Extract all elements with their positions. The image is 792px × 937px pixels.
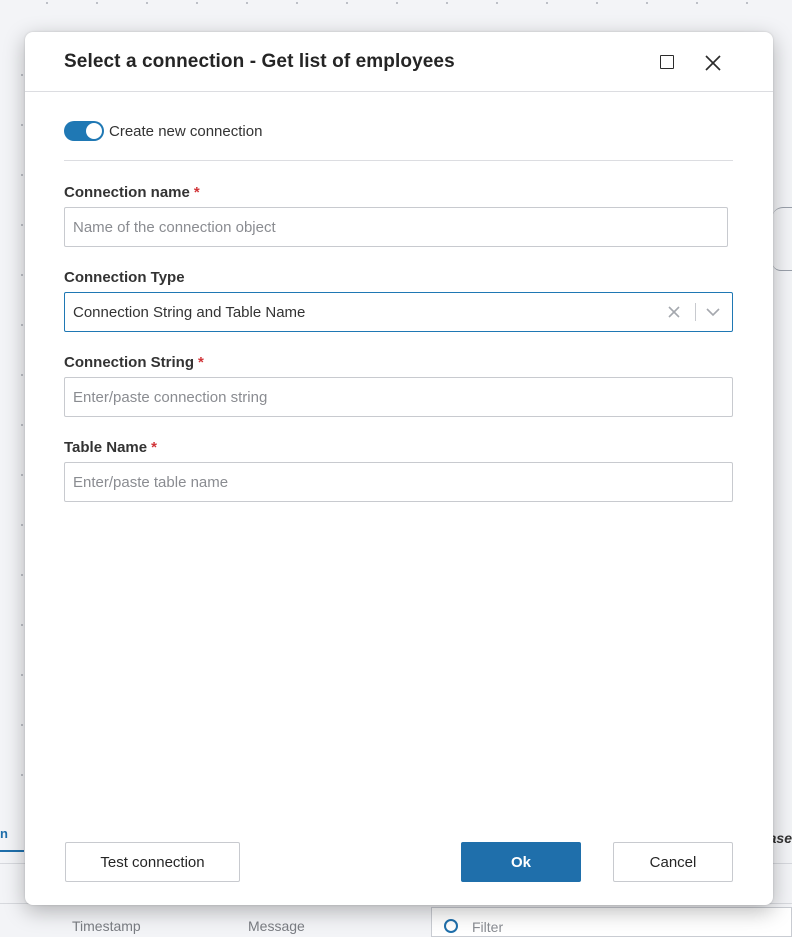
connection-dialog: Select a connection - Get list of employ…	[25, 32, 773, 905]
connection-type-label: Connection Type	[64, 269, 185, 286]
bottom-panel-tab[interactable]: n	[0, 826, 8, 841]
connection-string-input[interactable]	[64, 377, 733, 417]
ok-button[interactable]: Ok	[461, 842, 581, 882]
select-separator	[695, 303, 696, 321]
table-name-input[interactable]	[64, 462, 733, 502]
section-divider	[64, 160, 733, 161]
toggle-label: Create new connection	[109, 123, 263, 140]
filter-input[interactable]: Filter	[431, 907, 792, 937]
toggle-knob	[86, 123, 102, 139]
dialog-title: Select a connection - Get list of employ…	[64, 51, 455, 72]
required-marker: *	[198, 354, 204, 371]
canvas-grid-top	[0, 0, 792, 6]
canvas-connector-line	[772, 207, 792, 218]
clear-icon[interactable]	[667, 305, 681, 319]
connection-name-input[interactable]	[64, 207, 728, 247]
maximize-button[interactable]	[657, 52, 679, 74]
close-icon	[705, 55, 721, 71]
table-name-label: Table Name *	[64, 439, 157, 456]
required-marker: *	[151, 439, 157, 456]
search-icon	[444, 919, 458, 933]
maximize-icon	[660, 55, 674, 69]
connection-string-label: Connection String *	[64, 354, 204, 371]
connection-name-label: Connection name *	[64, 184, 200, 201]
cancel-button[interactable]: Cancel	[613, 842, 733, 882]
create-new-connection-toggle[interactable]	[64, 121, 104, 141]
test-connection-button[interactable]: Test connection	[65, 842, 240, 882]
chevron-down-icon[interactable]	[705, 306, 721, 318]
connection-type-select[interactable]: Connection String and Table Name	[64, 292, 733, 332]
dialog-header: Select a connection - Get list of employ…	[25, 32, 773, 92]
filter-placeholder: Filter	[472, 919, 504, 935]
connection-type-value: Connection String and Table Name	[73, 304, 306, 321]
required-marker: *	[193, 184, 200, 201]
active-tab-indicator	[0, 850, 24, 852]
close-button[interactable]	[702, 52, 724, 74]
canvas-connector-line	[772, 262, 792, 271]
